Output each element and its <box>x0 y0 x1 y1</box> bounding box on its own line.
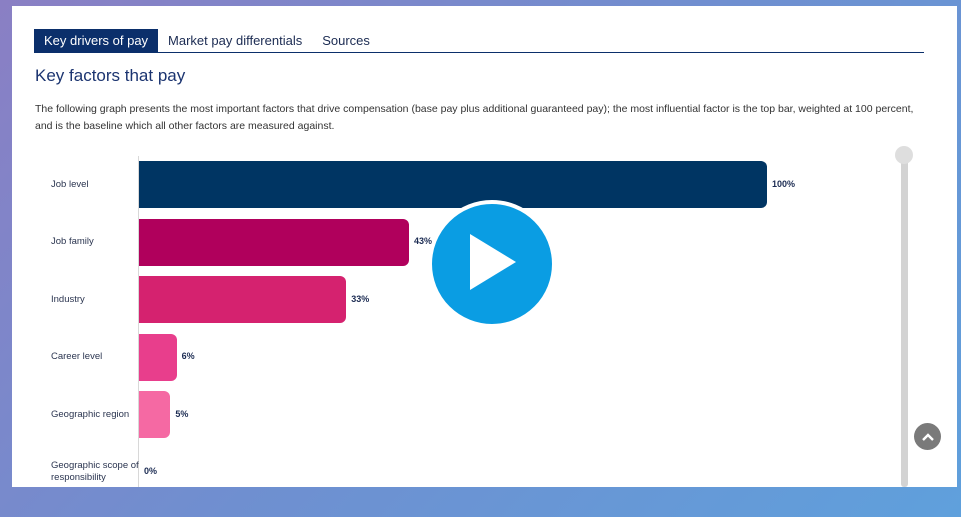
scroll-to-top-button[interactable] <box>914 423 941 450</box>
chart-description: The following graph presents the most im… <box>35 103 914 132</box>
category-label: Job family <box>51 236 94 247</box>
page-title: Key factors that pay <box>35 66 186 85</box>
bar-value-label: 5% <box>175 408 189 419</box>
chevron-up-icon <box>921 428 934 446</box>
tab-key-drivers[interactable]: Key drivers of pay <box>34 29 159 52</box>
bar-value-label: 100% <box>772 178 796 189</box>
bar-value-label: 0% <box>144 466 158 476</box>
bar-value-label: 33% <box>351 293 370 304</box>
tab-bar: Key drivers of pay Market pay differenti… <box>34 29 924 53</box>
tab-market-pay-differentials[interactable]: Market pay differentials <box>158 29 312 52</box>
bar[interactable] <box>139 161 767 208</box>
tab-sources[interactable]: Sources <box>312 29 380 52</box>
bar-value-label: 6% <box>181 351 195 361</box>
bar-value-label: 43% <box>414 236 433 246</box>
chart-scrollbar-thumb[interactable] <box>895 146 913 164</box>
bar[interactable] <box>139 276 347 323</box>
bar[interactable] <box>139 218 410 266</box>
category-label: Industry <box>51 293 85 305</box>
bar[interactable] <box>139 391 171 438</box>
category-label: Career level <box>51 351 103 362</box>
category-label: Geographic scope of responsibility <box>51 460 139 483</box>
category-label: Job level <box>51 178 89 190</box>
category-label: Geographic region <box>51 408 130 420</box>
bar[interactable] <box>139 333 177 381</box>
chart-scrollbar-track[interactable] <box>901 156 908 487</box>
video-play-button[interactable] <box>428 200 556 328</box>
play-icon <box>466 232 518 297</box>
